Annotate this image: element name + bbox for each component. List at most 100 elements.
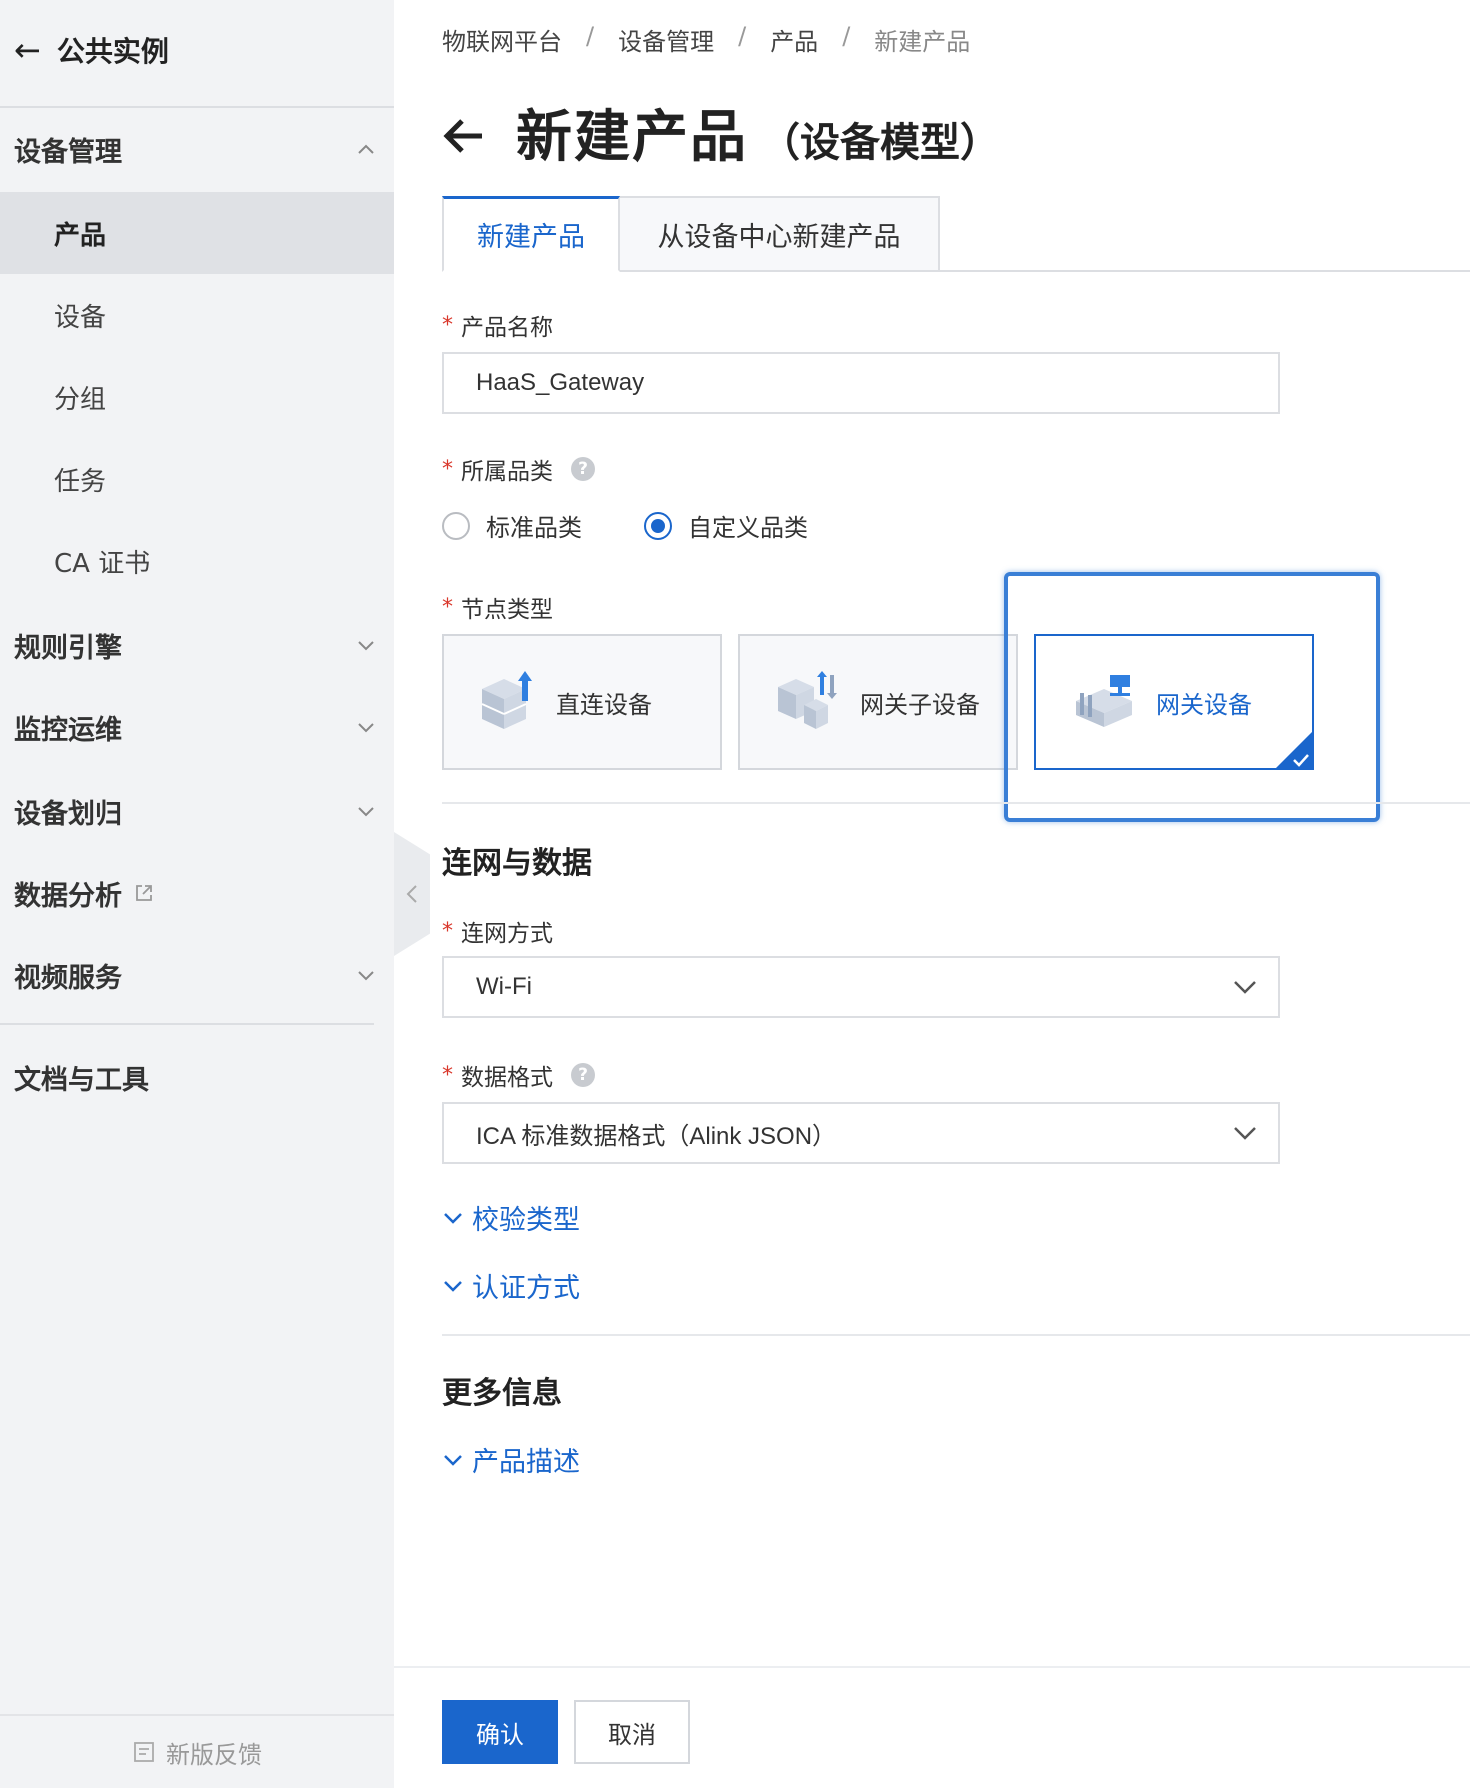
expander-label: 产品描述 <box>472 1447 580 1478</box>
label-text: 节点类型 <box>461 597 553 623</box>
required-mark: * <box>442 312 453 338</box>
breadcrumb-product[interactable]: 产品 <box>770 22 818 57</box>
category-label: * 所属品类 ? <box>442 452 595 486</box>
expander-label: 校验类型 <box>472 1205 580 1236</box>
page-title: 新建产品 （设备模型） <box>442 92 1000 173</box>
help-icon[interactable]: ? <box>571 1063 595 1087</box>
network-method-label: * 连网方式 <box>442 914 553 948</box>
sidebar-item-group[interactable]: 分组 <box>0 356 394 438</box>
chevron-down-icon <box>358 641 374 651</box>
sidebar-group-docs-tools[interactable]: 文档与工具 <box>0 1042 394 1112</box>
feedback-button[interactable]: 新版反馈 <box>0 1714 394 1788</box>
direct-device-icon <box>481 671 532 729</box>
radio-label[interactable]: 标准品类 <box>486 508 582 543</box>
sidebar-item-task[interactable]: 任务 <box>0 438 394 520</box>
item-label: 任务 <box>54 466 107 497</box>
node-type-direct-device[interactable]: 直连设备 <box>442 634 722 770</box>
required-mark: * <box>442 918 453 944</box>
label-text: 数据格式 <box>461 1065 553 1091</box>
select-value: ICA 标准数据格式（Alink JSON） <box>476 1122 837 1150</box>
sidebar-item-product[interactable]: 产品 <box>0 192 394 274</box>
divider <box>0 1023 374 1025</box>
section-title-more-info: 更多信息 <box>442 1376 562 1411</box>
verify-type-expander[interactable]: 校验类型 <box>442 1198 580 1237</box>
required-mark: * <box>442 594 453 620</box>
radio-label[interactable]: 自定义品类 <box>688 508 808 543</box>
sidebar-group-data-analysis[interactable]: 数据分析 <box>0 858 394 928</box>
item-label: 分组 <box>54 384 107 415</box>
tab-new-product[interactable]: 新建产品 <box>442 196 620 272</box>
divider <box>0 106 394 108</box>
section-divider <box>442 802 1470 804</box>
chevron-down-icon <box>1234 981 1256 994</box>
sidebar-group-device-management[interactable]: 设备管理 <box>0 114 394 184</box>
group-label: 规则引擎 <box>14 632 122 664</box>
required-mark: * <box>442 1062 453 1088</box>
group-label: 设备管理 <box>14 136 122 168</box>
item-label: CA 证书 <box>54 548 151 579</box>
tab-new-from-device-center[interactable]: 从设备中心新建产品 <box>618 196 940 272</box>
select-value: Wi-Fi <box>476 973 532 1000</box>
sidebar-item-ca-cert[interactable]: CA 证书 <box>0 520 394 602</box>
chevron-down-icon <box>358 723 374 733</box>
group-label: 设备划归 <box>14 798 122 830</box>
arrow-left-icon: ← <box>14 31 41 69</box>
product-name-label: * 产品名称 <box>442 308 553 342</box>
group-label: 视频服务 <box>14 962 122 994</box>
label-text: 连网方式 <box>461 921 553 947</box>
chevron-down-icon <box>444 1280 462 1292</box>
label-text: 所属品类 <box>461 459 553 485</box>
auth-method-expander[interactable]: 认证方式 <box>442 1266 580 1305</box>
item-label: 产品 <box>54 220 107 251</box>
section-divider <box>442 1334 1470 1336</box>
external-link-icon <box>136 885 152 901</box>
breadcrumb-separator: / <box>842 22 851 50</box>
category-radio-group: 标准品类 自定义品类 <box>442 508 808 543</box>
product-description-expander[interactable]: 产品描述 <box>442 1440 580 1479</box>
chevron-up-icon <box>358 144 374 154</box>
chevron-down-icon <box>1234 1127 1256 1140</box>
section-title-network-data: 连网与数据 <box>442 846 592 881</box>
sidebar-group-device-assign[interactable]: 设备划归 <box>0 776 394 846</box>
help-icon[interactable]: ? <box>571 457 595 481</box>
radio-standard-category[interactable] <box>442 511 470 540</box>
card-label: 直连设备 <box>556 690 652 719</box>
sidebar-item-device[interactable]: 设备 <box>0 274 394 356</box>
cancel-button[interactable]: 取消 <box>574 1700 690 1764</box>
chevron-down-icon <box>358 807 374 817</box>
group-label: 数据分析 <box>14 880 122 912</box>
sidebar-group-rules-engine[interactable]: 规则引擎 <box>0 610 394 680</box>
back-arrow-icon[interactable] <box>442 116 486 156</box>
label-text: 产品名称 <box>461 315 553 341</box>
radio-custom-category[interactable] <box>644 511 672 540</box>
feedback-icon <box>134 1742 154 1762</box>
page-title-main: 新建产品 <box>516 105 748 170</box>
data-format-select[interactable]: ICA 标准数据格式（Alink JSON） <box>442 1102 1280 1164</box>
network-method-select[interactable]: Wi-Fi <box>442 956 1280 1018</box>
item-label: 设备 <box>54 302 107 333</box>
expander-label: 认证方式 <box>472 1273 580 1304</box>
chevron-down-icon <box>358 971 374 981</box>
required-mark: * <box>442 456 453 482</box>
chevron-down-icon <box>444 1212 462 1224</box>
card-label: 网关子设备 <box>860 690 980 719</box>
back-label: 公共实例 <box>56 35 169 68</box>
breadcrumb-current: 新建产品 <box>874 28 971 56</box>
chevron-down-icon <box>444 1454 462 1466</box>
breadcrumb: 物联网平台 / 设备管理 / 产品 / 新建产品 <box>442 22 970 57</box>
breadcrumb-iot-platform[interactable]: 物联网平台 <box>442 22 562 57</box>
product-name-input[interactable]: HaaS_Gateway <box>442 352 1280 414</box>
sidebar-group-video[interactable]: 视频服务 <box>0 940 394 1010</box>
feedback-label: 新版反馈 <box>166 1740 262 1769</box>
page-title-sub: （设备模型） <box>760 120 1000 166</box>
data-format-label: * 数据格式 ? <box>442 1058 595 1092</box>
breadcrumb-separator: / <box>738 22 747 50</box>
group-label: 文档与工具 <box>14 1064 149 1096</box>
breadcrumb-separator: / <box>586 22 595 50</box>
node-type-gateway-sub-device[interactable]: 网关子设备 <box>738 634 1018 770</box>
back-to-instance[interactable]: ← 公共实例 <box>14 28 169 72</box>
breadcrumb-device-management[interactable]: 设备管理 <box>618 22 714 57</box>
sidebar-group-monitoring[interactable]: 监控运维 <box>0 692 394 762</box>
group-label: 监控运维 <box>14 714 122 746</box>
confirm-button[interactable]: 确认 <box>442 1700 558 1764</box>
